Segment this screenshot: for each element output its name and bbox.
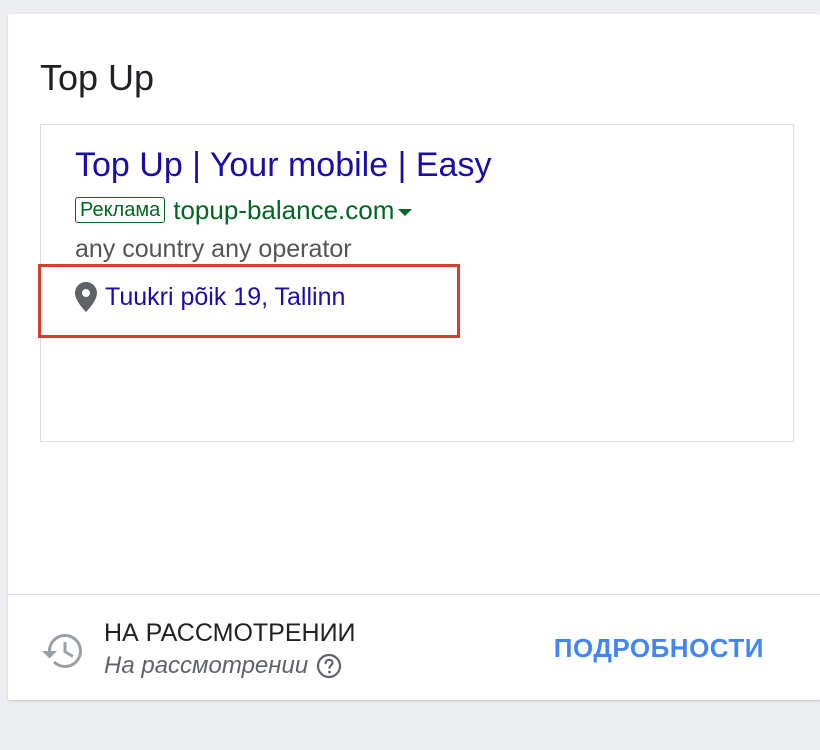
caret-down-icon[interactable] [398, 208, 413, 216]
card-title: Top Up [40, 57, 155, 98]
ad-preview: Top Up | Your mobile | Easy Реклама topu… [40, 124, 794, 442]
ad-headline-link[interactable]: Top Up | Your mobile | Easy [75, 145, 491, 185]
history-icon [42, 634, 82, 668]
ad-location-link[interactable]: Tuukri põik 19, Tallinn [75, 279, 345, 315]
ad-card: Top Up Top Up | Your mobile | Easy Рекла… [8, 14, 820, 700]
ad-url-row: Реклама topup-balance.com [75, 193, 413, 227]
status-subtitle-row: На рассмотрении [104, 650, 342, 682]
divider [8, 594, 820, 595]
help-circle-icon[interactable] [316, 653, 342, 679]
map-pin-icon [75, 282, 97, 312]
status-subtitle: На рассмотрении [104, 652, 309, 679]
status-title: НА РАССМОТРЕНИИ [104, 619, 356, 647]
details-button[interactable]: ПОДРОБНОСТИ [554, 632, 764, 664]
ad-description: any country any operator [75, 235, 352, 263]
ad-display-url[interactable]: topup-balance.com [173, 195, 394, 226]
ad-badge: Реклама [75, 197, 166, 223]
ad-location-text: Tuukri põik 19, Tallinn [105, 282, 346, 311]
